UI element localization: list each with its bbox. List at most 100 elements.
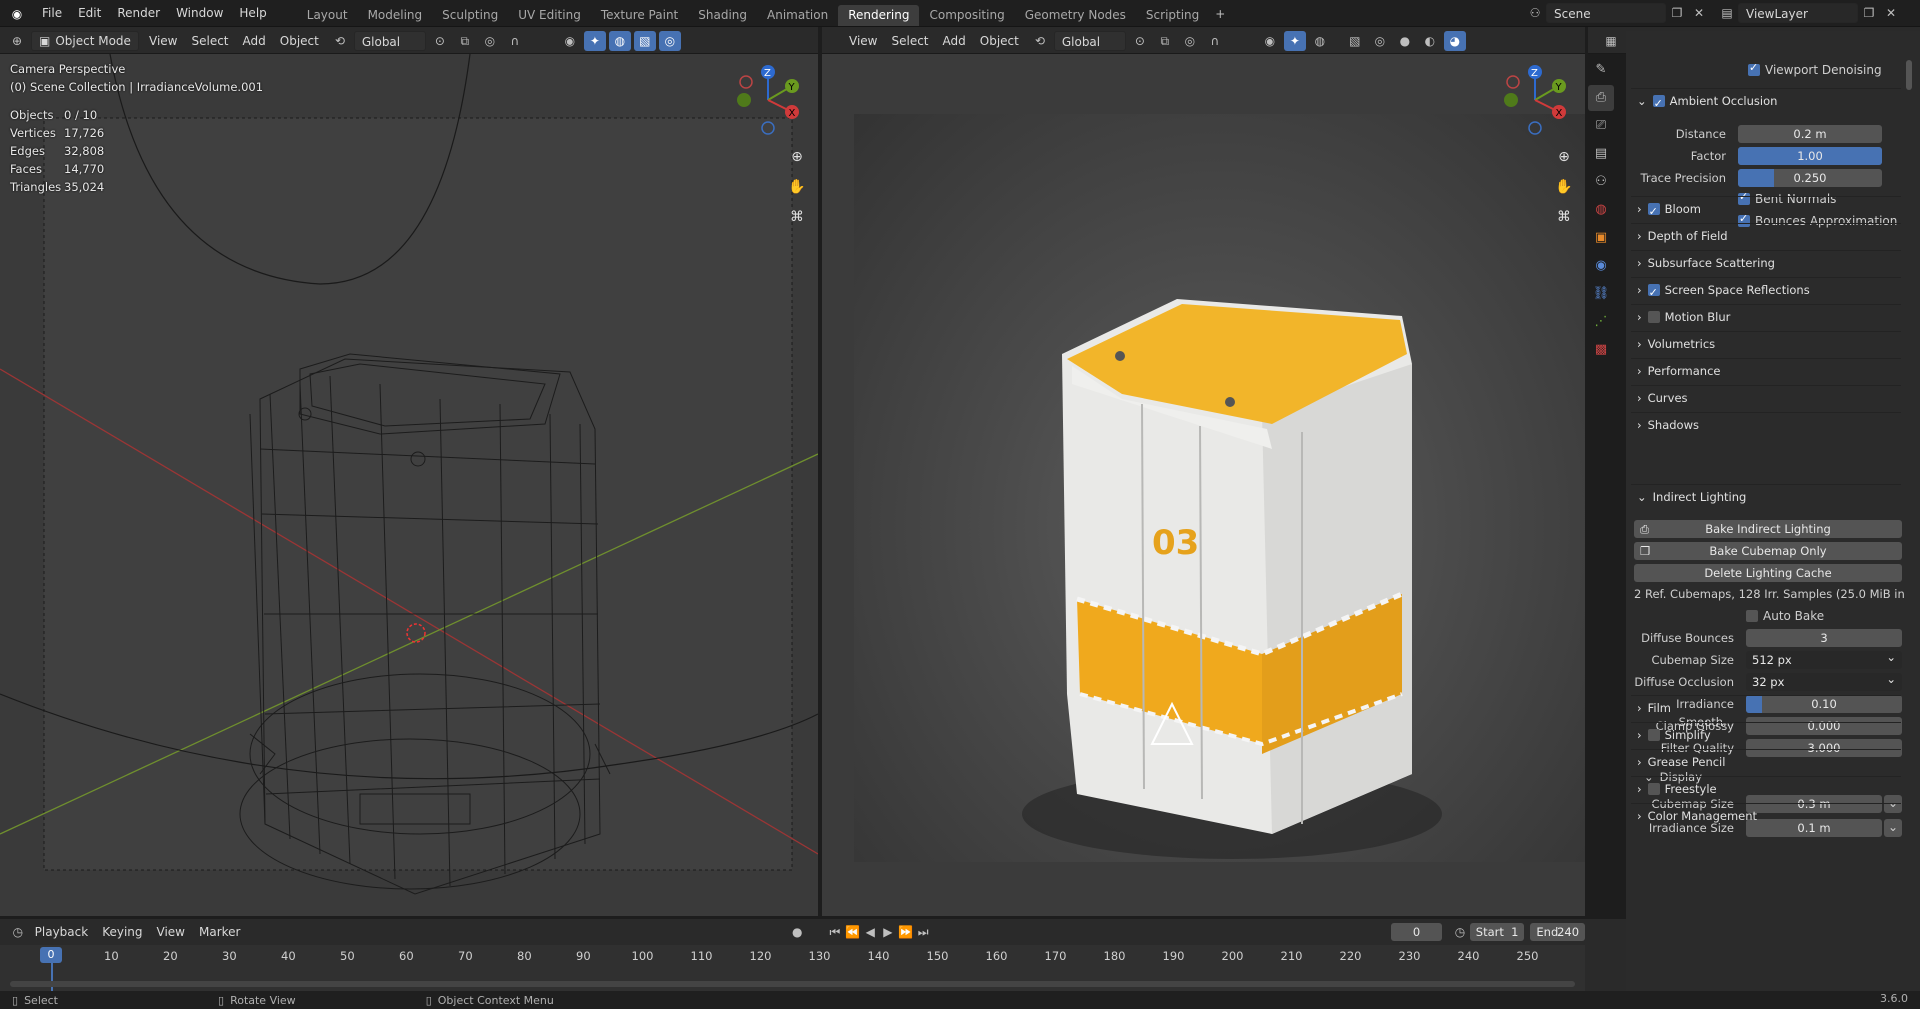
- falloff-icon[interactable]: ∩: [504, 31, 526, 51]
- timeline-menu-marker[interactable]: Marker: [192, 922, 247, 942]
- panel-volumetrics[interactable]: › Volumetrics: [1631, 331, 1901, 355]
- view-layer-icon[interactable]: ▤: [1716, 3, 1738, 23]
- right-3d-viewport[interactable]: 03 Z Y X ⊕ ✋ ⌘: [822, 54, 1585, 916]
- scene-name-field[interactable]: Scene: [1546, 3, 1666, 23]
- ao-trace-slider[interactable]: 0.250: [1738, 169, 1882, 187]
- gizmo-toggle-icon-2[interactable]: ✦: [1283, 30, 1306, 51]
- properties-editor-icon[interactable]: ▦: [1600, 31, 1622, 51]
- motion-blur-checkbox[interactable]: [1647, 311, 1660, 323]
- menu-file[interactable]: File: [34, 0, 70, 27]
- panel-color-management[interactable]: › Color Management: [1631, 803, 1901, 827]
- output-tab-icon[interactable]: ⎚: [1588, 113, 1614, 139]
- viewport-denoising-checkbox[interactable]: [1748, 61, 1760, 76]
- tab-uv-editing[interactable]: UV Editing: [508, 5, 591, 26]
- overlay-toggle-icon-2[interactable]: ◍: [1309, 31, 1331, 51]
- timeline-menu-keying[interactable]: Keying: [95, 922, 149, 942]
- delete-scene-icon[interactable]: ✕: [1688, 3, 1710, 23]
- panel-freestyle[interactable]: › Freestyle: [1631, 776, 1901, 800]
- pan-hand-icon-2[interactable]: ✋: [1551, 174, 1577, 200]
- physics-tab-icon[interactable]: ◉: [1588, 253, 1614, 279]
- panel-simplify[interactable]: › Simplify: [1631, 722, 1901, 746]
- navigation-gizmo-2[interactable]: Z Y X: [1503, 64, 1567, 136]
- panel-subsurface-scattering[interactable]: › Subsurface Scattering: [1631, 250, 1901, 274]
- transform-orientation-icon-2[interactable]: ⟲: [1029, 31, 1051, 51]
- panel-film[interactable]: › Film: [1631, 695, 1901, 719]
- menu-window[interactable]: Window: [168, 0, 231, 27]
- prev-keyframe-icon[interactable]: ⏪: [845, 922, 861, 942]
- tab-shading[interactable]: Shading: [688, 5, 757, 26]
- play-icon[interactable]: ▶: [880, 922, 896, 942]
- texture-tab-icon[interactable]: ▩: [1588, 337, 1614, 363]
- panel-ambient-occlusion[interactable]: ⌄ Ambient Occlusion: [1631, 88, 1901, 116]
- editor-type-icon[interactable]: ⊕: [6, 31, 28, 51]
- timeline-scrollbar[interactable]: [10, 981, 1575, 987]
- object-tab-icon[interactable]: ▣: [1588, 225, 1614, 251]
- jump-end-icon[interactable]: ⏭: [915, 922, 931, 942]
- left-menu-select[interactable]: Select: [184, 31, 235, 51]
- screen-space-reflections-checkbox[interactable]: [1647, 281, 1660, 305]
- right-menu-view[interactable]: View: [842, 31, 884, 51]
- simplify-checkbox[interactable]: [1647, 729, 1660, 741]
- panel-performance[interactable]: › Performance: [1631, 358, 1901, 382]
- timeline-editor-icon[interactable]: ◷: [10, 922, 26, 942]
- panel-grease-pencil[interactable]: › Grease Pencil: [1631, 749, 1901, 773]
- world-tab-icon[interactable]: ◍: [1588, 197, 1614, 223]
- left-3d-viewport[interactable]: Camera Perspective (0) Scene Collection …: [0, 54, 818, 916]
- render-tab-icon[interactable]: ⎙: [1588, 85, 1614, 111]
- view-layer-tab-icon[interactable]: ▤: [1588, 141, 1614, 167]
- scene-tab-icon[interactable]: ⚇: [1588, 169, 1614, 195]
- pan-hand-icon[interactable]: ✋: [784, 174, 810, 200]
- tab-modeling[interactable]: Modeling: [358, 5, 433, 26]
- panel-indirect-lighting[interactable]: ⌄ Indirect Lighting: [1631, 484, 1901, 508]
- xray-toggle-icon[interactable]: ▧: [633, 30, 656, 51]
- data-tab-icon[interactable]: ⋰: [1588, 309, 1614, 335]
- wireframe-shading-icon[interactable]: ◎: [658, 30, 681, 51]
- jump-start-icon[interactable]: ⏮: [827, 922, 843, 942]
- visibility-icon[interactable]: ◉: [559, 31, 581, 51]
- play-reverse-icon[interactable]: ◀: [862, 922, 878, 942]
- tab-compositing[interactable]: Compositing: [919, 5, 1014, 26]
- timeline-menu-view[interactable]: View: [150, 922, 192, 942]
- panel-depth-of-field[interactable]: › Depth of Field: [1631, 223, 1901, 247]
- left-menu-add[interactable]: Add: [236, 31, 273, 51]
- playhead[interactable]: 0: [40, 947, 62, 963]
- tab-sculpting[interactable]: Sculpting: [432, 5, 508, 26]
- add-workspace-icon[interactable]: +: [1209, 4, 1231, 24]
- camera-view-icon-2[interactable]: ⌘: [1551, 204, 1577, 230]
- auto-bake-checkbox[interactable]: [1746, 610, 1758, 622]
- tab-animation[interactable]: Animation: [757, 5, 838, 26]
- left-menu-view[interactable]: View: [142, 31, 184, 51]
- new-view-layer-icon[interactable]: ❐: [1858, 3, 1880, 23]
- tool-tab-icon[interactable]: ✎: [1588, 57, 1614, 83]
- proportional-edit-icon[interactable]: ◎: [479, 31, 501, 51]
- gizmo-toggle-icon[interactable]: ✦: [583, 30, 606, 51]
- menu-help[interactable]: Help: [231, 0, 274, 27]
- panel-shadows[interactable]: › Shadows: [1631, 412, 1901, 436]
- transform-dropdown[interactable]: Global: [353, 30, 426, 51]
- overlay-toggle-icon[interactable]: ◍: [608, 30, 631, 51]
- rendered-shading-icon[interactable]: ◕: [1443, 30, 1466, 51]
- left-menu-object[interactable]: Object: [273, 31, 326, 51]
- solid-shading-icon[interactable]: ●: [1394, 31, 1416, 51]
- constraints-tab-icon[interactable]: ⛓: [1588, 281, 1614, 307]
- timeline-menu-playback[interactable]: Playback: [28, 922, 96, 942]
- delete-view-layer-icon[interactable]: ✕: [1880, 3, 1902, 23]
- start-frame-field[interactable]: Start 1: [1469, 923, 1525, 941]
- next-keyframe-icon[interactable]: ⏩: [898, 922, 914, 942]
- camera-view-icon[interactable]: ⌘: [784, 204, 810, 230]
- tab-geometry-nodes[interactable]: Geometry Nodes: [1015, 5, 1136, 26]
- falloff-icon-2[interactable]: ∩: [1204, 31, 1226, 51]
- transform-dropdown-2[interactable]: Global: [1053, 30, 1126, 51]
- indirect-dropdown-cubemap-size[interactable]: 512 px: [1746, 648, 1902, 669]
- viewport-denoising-row[interactable]: Viewport Denoising: [1748, 61, 1882, 77]
- freestyle-checkbox[interactable]: [1647, 783, 1660, 795]
- bloom-checkbox[interactable]: [1647, 200, 1660, 224]
- snap-icon[interactable]: ⧉: [454, 31, 476, 51]
- right-menu-select[interactable]: Select: [884, 31, 935, 51]
- ao-checkbox[interactable]: [1652, 92, 1665, 116]
- right-menu-object[interactable]: Object: [973, 31, 1026, 51]
- end-frame-field[interactable]: End 240: [1530, 923, 1586, 941]
- xray-toggle-icon-2[interactable]: ▧: [1344, 31, 1366, 51]
- tab-scripting[interactable]: Scripting: [1136, 5, 1209, 26]
- timeline-track[interactable]: 0 10 20 30 40 50 60 70 80 90 100 110 120 130 140 150 160…: [0, 945, 1585, 991]
